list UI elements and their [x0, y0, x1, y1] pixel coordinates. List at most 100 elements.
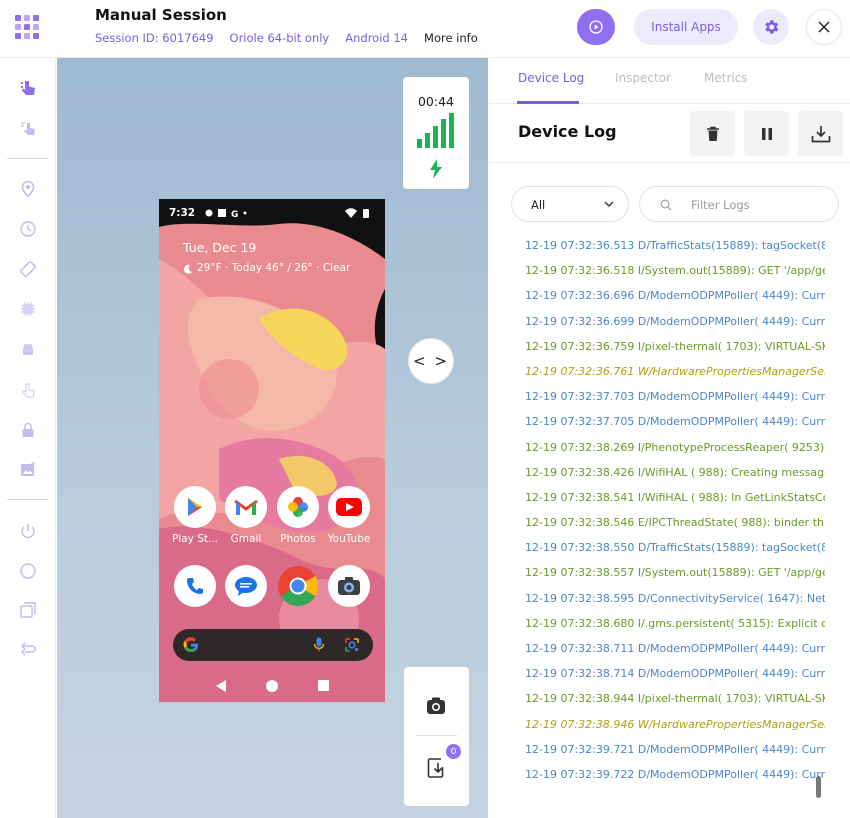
gmail-icon: [225, 486, 267, 528]
tab-metrics[interactable]: Metrics: [704, 71, 748, 85]
status-bar-time: 7:32: [169, 207, 196, 219]
os-version: Android 14: [345, 31, 409, 45]
log-line: 12-19 07:32:38.680 I/.gms.persistent( 53…: [525, 616, 825, 630]
camera-icon: [328, 565, 370, 607]
log-line: 12-19 07:32:38.546 E/IPCThreadState( 988…: [525, 516, 825, 530]
chip-icon[interactable]: [17, 298, 39, 320]
panel-title: Device Log: [518, 122, 617, 141]
filter-logs-input[interactable]: Filter Logs: [639, 186, 839, 222]
messages-icon: [225, 565, 267, 607]
lock-icon[interactable]: [17, 419, 39, 441]
session-meta: Session ID: 6017649 Oriole 64-bit only A…: [95, 31, 478, 45]
app-photos[interactable]: Photos: [274, 486, 322, 545]
panel-toggle-button[interactable]: < >: [408, 338, 454, 384]
close-button[interactable]: [806, 9, 842, 45]
log-scrollbar[interactable]: [816, 776, 821, 798]
log-line: 12-19 07:32:39.721 D/ModemODPMPoller( 44…: [525, 742, 825, 756]
gesture-icon[interactable]: [17, 379, 39, 401]
swipe-icon[interactable]: [17, 118, 39, 140]
charging-bolt-icon: [430, 159, 442, 179]
tab-device-log[interactable]: Device Log: [518, 71, 584, 85]
play-store-icon: [174, 486, 216, 528]
app-youtube[interactable]: YouTube: [325, 486, 373, 545]
file-download-icon[interactable]: [427, 757, 447, 779]
svg-text:G: G: [231, 210, 238, 218]
mic-icon[interactable]: [313, 637, 325, 653]
chevron-down-icon: [604, 201, 614, 207]
log-level-select[interactable]: All: [511, 186, 629, 222]
power-icon[interactable]: [17, 520, 39, 542]
location-icon[interactable]: [17, 178, 39, 200]
moon-icon: [183, 264, 192, 274]
play-button[interactable]: [577, 9, 615, 45]
app-label: Play St...: [171, 533, 219, 545]
tab-inspector[interactable]: Inspector: [615, 71, 671, 85]
session-timer: 00:44: [417, 94, 455, 109]
panel-header: Device Log: [489, 105, 850, 163]
log-line: 12-19 07:32:36.699 D/ModemODPMPoller( 44…: [525, 314, 825, 328]
app-chrome[interactable]: [274, 565, 322, 607]
install-apps-button[interactable]: Install Apps: [634, 9, 738, 45]
tap-icon[interactable]: [17, 78, 39, 100]
log-line: 12-19 07:32:38.550 D/TrafficStats(15889)…: [525, 541, 825, 555]
log-line: 12-19 07:32:38.269 I/PhenotypeProcessRea…: [525, 440, 825, 454]
status-icons: G: [205, 209, 247, 218]
home-weather: 29°F · Today 46° / 26° · Clear: [197, 262, 351, 274]
log-line: 12-19 07:32:38.541 I/WifiHAL ( 988): In …: [525, 490, 825, 504]
download-logs-button[interactable]: [798, 111, 843, 156]
log-line: 12-19 07:32:36.696 D/ModemODPMPoller( 44…: [525, 289, 825, 303]
home-circle-icon[interactable]: [17, 560, 39, 582]
log-line: 12-19 07:32:36.518 I/System.out(15889): …: [525, 264, 825, 278]
log-line: 12-19 07:32:38.944 I/pixel-thermal( 1703…: [525, 692, 825, 706]
app-logo-icon[interactable]: [14, 14, 40, 40]
rotate-icon[interactable]: [17, 258, 39, 280]
session-id: Session ID: 6017649: [95, 31, 214, 45]
clear-logs-button[interactable]: [690, 111, 735, 156]
app-play-store[interactable]: Play St...: [171, 486, 219, 545]
nav-back-icon[interactable]: [215, 679, 227, 693]
session-title: Manual Session: [95, 6, 227, 24]
settings-button[interactable]: [753, 9, 789, 45]
log-line: 12-19 07:32:36.761 W/HardwarePropertiesM…: [525, 364, 825, 378]
wifi-battery-icons: [345, 208, 369, 218]
app-label: Photos: [280, 533, 316, 545]
log-line: 12-19 07:32:38.946 W/HardwarePropertiesM…: [525, 717, 825, 731]
image-icon[interactable]: [17, 459, 39, 481]
play-icon: [589, 20, 603, 34]
nav-home-icon[interactable]: [265, 679, 279, 693]
log-line: 12-19 07:32:38.557 I/System.out(15889): …: [525, 566, 825, 580]
android-nav-bar: [159, 677, 385, 695]
device-stage: 00:44 7:32 G Tue, Dec 19 29°F · Today 46…: [57, 58, 488, 818]
log-line: 12-19 07:32:36.759 I/pixel-thermal( 1703…: [525, 339, 825, 353]
clock-icon[interactable]: [17, 218, 39, 240]
log-panel: Device Log Inspector Metrics Device Log …: [489, 58, 850, 818]
google-search-bar[interactable]: [173, 629, 373, 661]
tools-sidebar: [0, 58, 56, 818]
log-line: 12-19 07:32:38.595 D/ConnectivityService…: [525, 591, 825, 605]
log-list[interactable]: 12-19 07:32:36.513 D/TrafficStats(15889)…: [525, 233, 825, 818]
google-g-icon: [183, 637, 198, 653]
android-icon[interactable]: [17, 339, 39, 361]
device-model: Oriole 64-bit only: [229, 31, 330, 45]
pause-logs-button[interactable]: [744, 111, 789, 156]
log-line: 12-19 07:32:38.426 I/WifiHAL ( 988): Cre…: [525, 465, 825, 479]
pause-icon: [761, 127, 772, 140]
screenshot-icon[interactable]: [426, 697, 446, 715]
app-messages[interactable]: [222, 565, 270, 607]
wallpaper: [159, 199, 385, 702]
recent-apps-icon[interactable]: [17, 599, 39, 621]
photos-icon: [277, 486, 319, 528]
app-camera[interactable]: [325, 565, 373, 607]
top-bar: Manual Session Session ID: 6017649 Oriol…: [0, 0, 850, 58]
file-count-badge: 0: [446, 744, 461, 759]
log-line: 12-19 07:32:39.722 D/ModemODPMPoller( 44…: [525, 767, 825, 781]
log-line: 12-19 07:32:36.513 D/TrafficStats(15889)…: [525, 239, 825, 252]
more-info-link[interactable]: More info: [424, 31, 478, 45]
app-gmail[interactable]: Gmail: [222, 486, 270, 545]
panel-tabs: Device Log Inspector Metrics: [489, 58, 850, 104]
nav-recents-icon[interactable]: [318, 680, 329, 691]
back-icon[interactable]: [17, 638, 39, 660]
lens-icon[interactable]: [344, 637, 360, 653]
device-screen[interactable]: 7:32 G Tue, Dec 19 29°F · Today 46° / 26…: [159, 199, 385, 702]
app-phone[interactable]: [171, 565, 219, 607]
